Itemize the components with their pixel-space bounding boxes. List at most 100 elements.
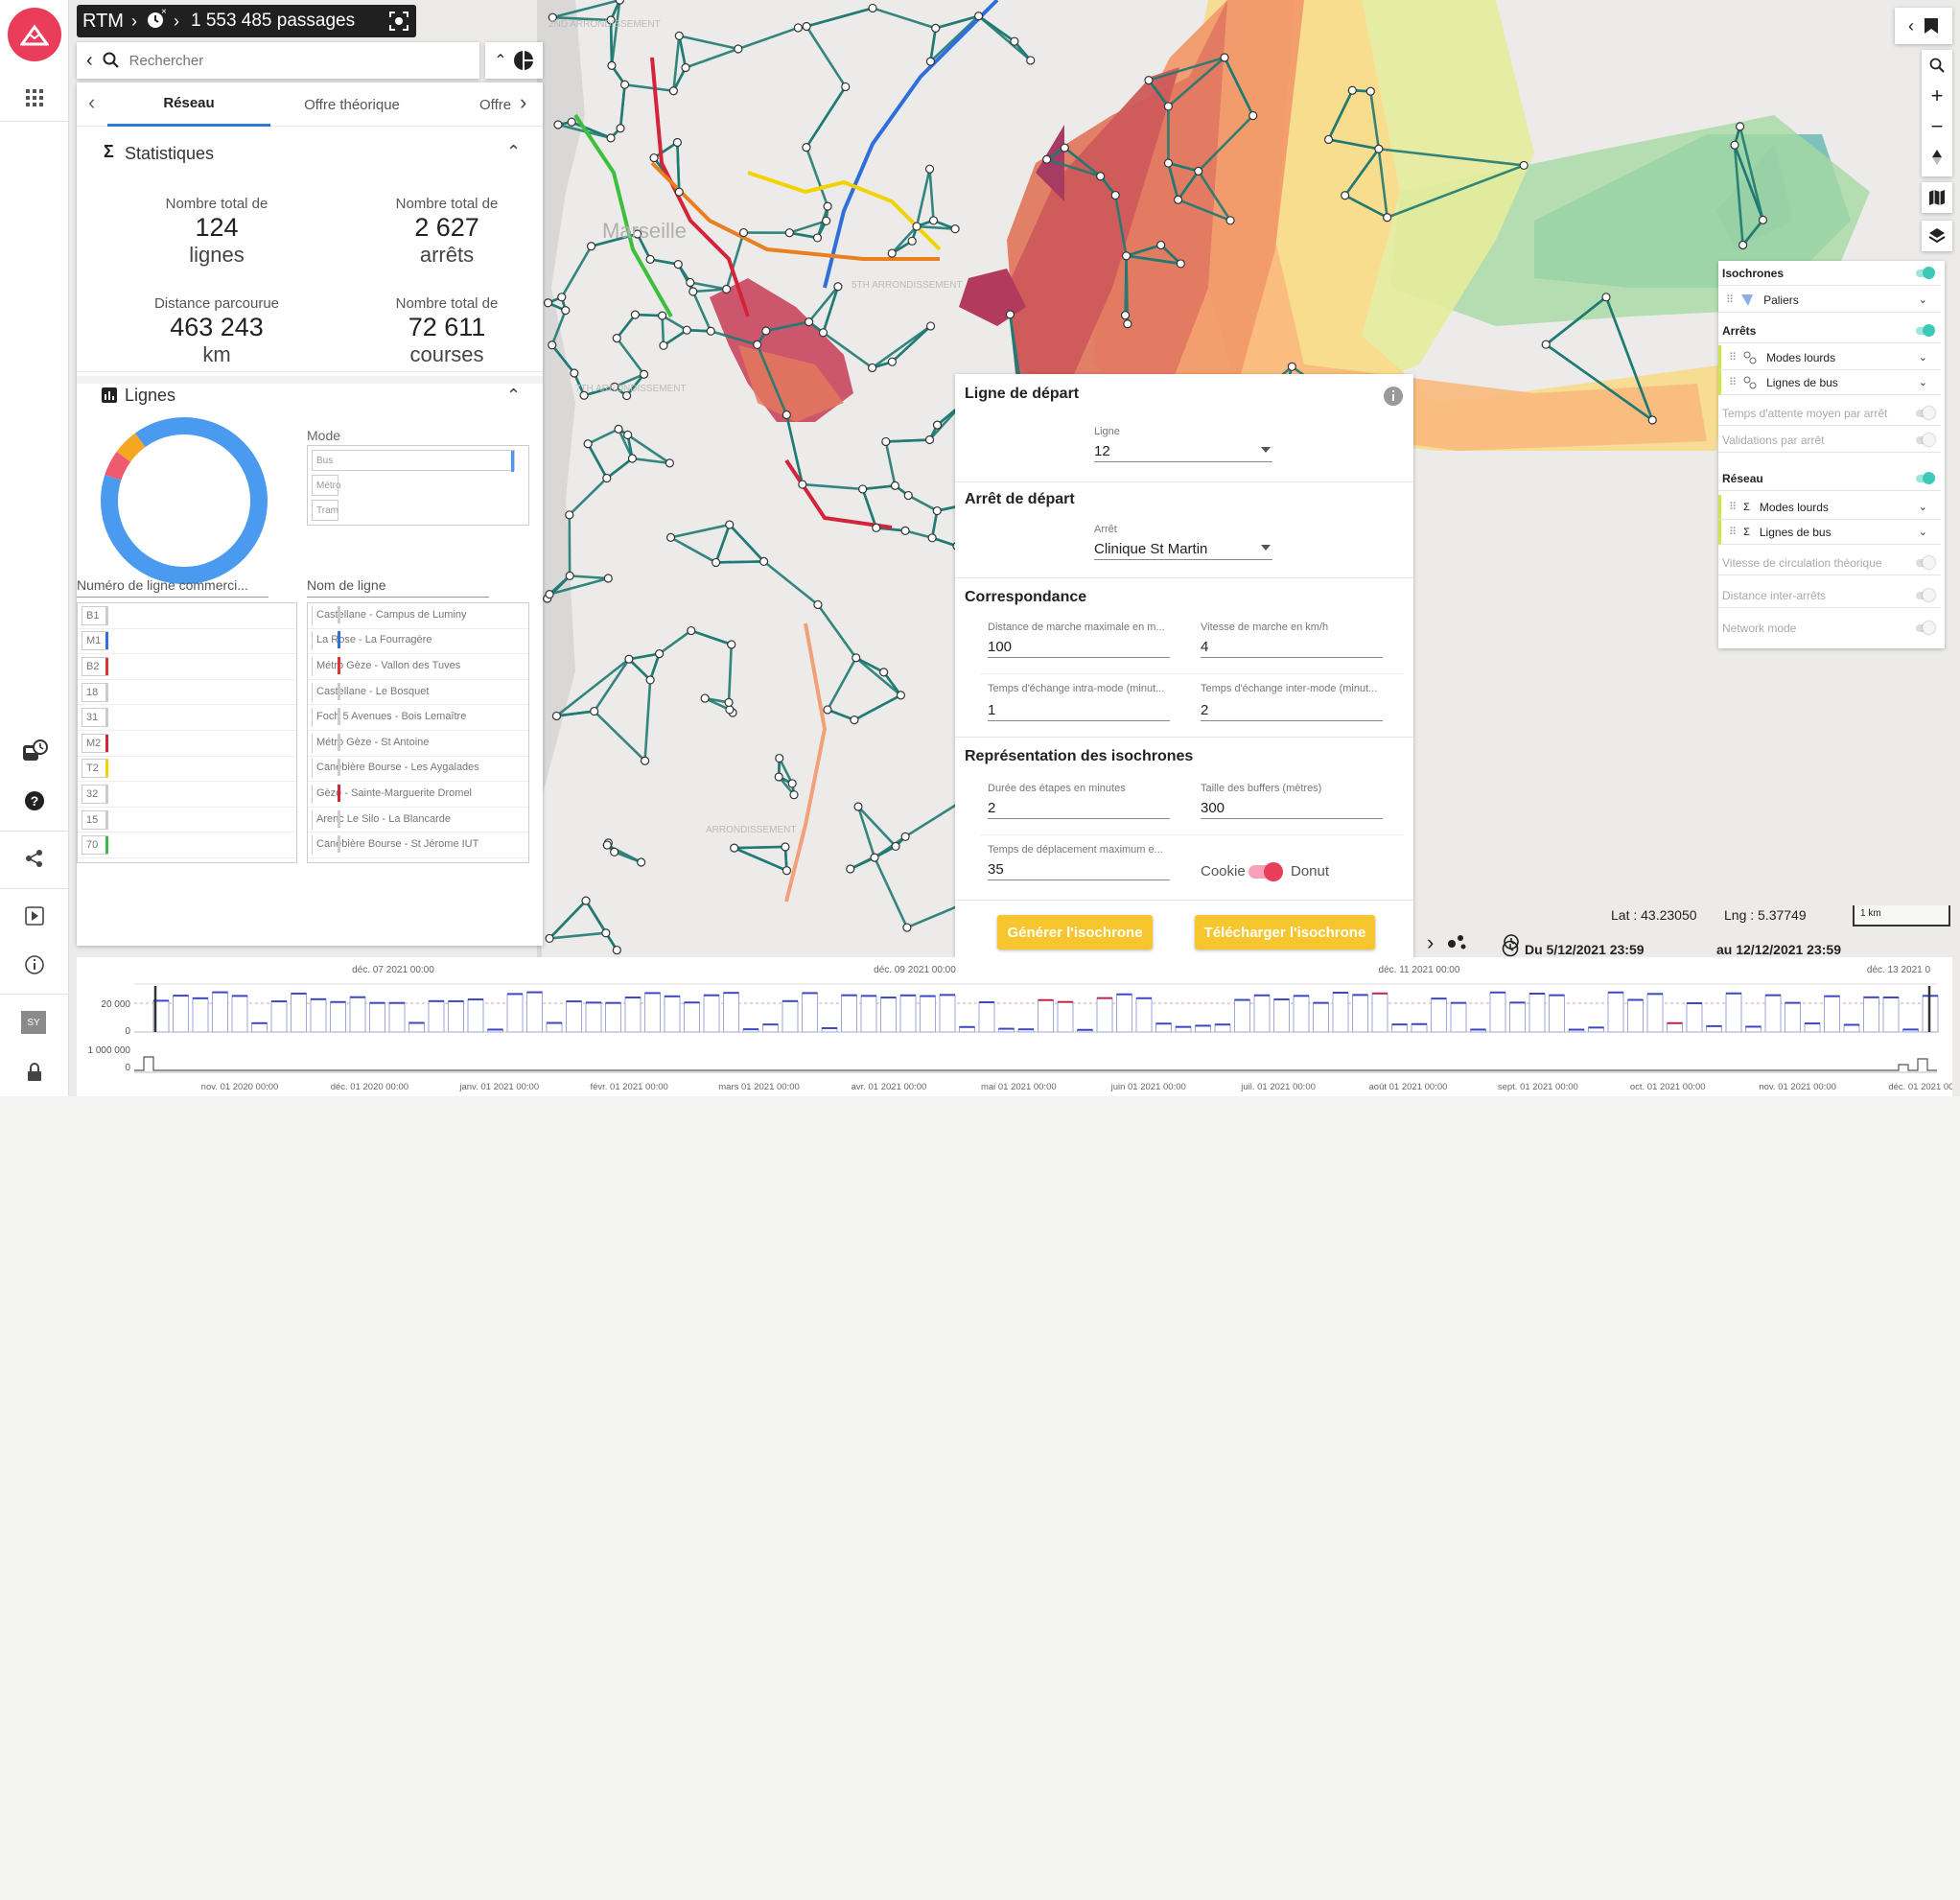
stop-marker[interactable] [1542, 340, 1550, 348]
network-name[interactable]: RTM [82, 11, 124, 33]
app-logo[interactable] [8, 8, 61, 61]
stop-marker[interactable] [615, 425, 622, 433]
stop-marker[interactable] [701, 694, 709, 702]
nom-row[interactable]: Arenc Le Silo - La Blancarde [308, 808, 528, 833]
stop-marker[interactable] [1123, 252, 1131, 260]
cookie-donut-toggle[interactable] [1248, 865, 1281, 879]
stop-marker[interactable] [608, 61, 616, 69]
toggle-distance[interactable] [1916, 592, 1933, 599]
stop-marker[interactable] [754, 340, 761, 348]
nom-row[interactable]: Castellane - Campus de Luminy [308, 603, 528, 629]
stop-marker[interactable] [871, 854, 878, 861]
stop-marker[interactable] [625, 655, 633, 663]
stop-marker[interactable] [1366, 87, 1374, 95]
stop-marker[interactable] [869, 364, 876, 371]
stop-marker[interactable] [725, 698, 733, 706]
stop-marker[interactable] [1737, 123, 1744, 130]
stop-marker[interactable] [548, 341, 556, 349]
stop-marker[interactable] [788, 780, 796, 787]
stop-marker[interactable] [794, 24, 802, 32]
stop-marker[interactable] [803, 23, 810, 31]
stop-marker[interactable] [882, 437, 890, 445]
stop-marker[interactable] [604, 575, 612, 582]
stop-marker[interactable] [785, 229, 793, 237]
numero-row[interactable]: M1 [78, 629, 296, 655]
chevron-down-icon[interactable]: ⌄ [1919, 351, 1927, 364]
toggle-isochrones[interactable] [1916, 270, 1933, 277]
stop-marker[interactable] [1288, 363, 1295, 370]
mode-option-tram[interactable]: Tram [312, 500, 338, 521]
stop-marker[interactable] [782, 843, 789, 851]
stop-marker[interactable] [934, 421, 942, 429]
stop-marker[interactable] [688, 627, 695, 635]
stop-marker[interactable] [975, 12, 983, 20]
numero-row[interactable]: 32 [78, 782, 296, 808]
stop-marker[interactable] [628, 455, 636, 462]
drag-handle-icon[interactable]: ⠿ [1726, 293, 1733, 306]
tab-next-icon[interactable]: › [520, 90, 526, 115]
generate-isochrone-button[interactable]: Générer l'isochrone [997, 915, 1153, 950]
stop-marker[interactable] [1226, 217, 1234, 224]
tab-prev-icon[interactable]: ‹ [88, 90, 95, 115]
info-icon[interactable] [1383, 386, 1404, 407]
stop-marker[interactable] [888, 358, 896, 365]
stop-marker[interactable] [568, 118, 575, 126]
stop-marker[interactable] [562, 307, 570, 315]
ligne-select[interactable]: 12 [1094, 441, 1272, 462]
stop-marker[interactable] [901, 527, 909, 534]
nom-row[interactable]: Canebière Bourse - St Jérome IUT [308, 833, 528, 858]
stop-marker[interactable] [1739, 241, 1747, 248]
stop-marker[interactable] [847, 865, 854, 873]
nom-row[interactable]: Métro Gèze - Vallon des Tuves [308, 654, 528, 680]
layer-network-mode[interactable]: Network mode [1718, 616, 1941, 641]
stop-marker[interactable] [1177, 260, 1184, 268]
stop-marker[interactable] [908, 237, 916, 245]
share-icon[interactable] [15, 839, 54, 878]
col-numero[interactable]: Numéro de ligne commerci... [77, 577, 268, 598]
stop-marker[interactable] [1122, 312, 1130, 319]
layer-arrets-modes-lourds[interactable]: ⠿ Modes lourds ⌄ [1718, 345, 1941, 370]
drag-handle-icon[interactable]: ⠿ [1729, 376, 1736, 388]
stop-marker[interactable] [1124, 320, 1132, 328]
stop-marker[interactable] [926, 58, 934, 65]
stop-marker[interactable] [1111, 192, 1119, 199]
stop-marker[interactable] [1195, 167, 1202, 175]
dist-input[interactable]: 100 [988, 637, 1170, 658]
layer-distance[interactable]: Distance inter-arrêts [1718, 583, 1941, 608]
stop-marker[interactable] [554, 121, 562, 129]
stop-marker[interactable] [607, 134, 615, 142]
stop-marker[interactable] [790, 791, 798, 799]
stop-marker[interactable] [854, 803, 862, 810]
stop-marker[interactable] [613, 947, 620, 954]
stop-marker[interactable] [1384, 214, 1391, 222]
numero-row[interactable]: 31 [78, 705, 296, 731]
stop-marker[interactable] [803, 144, 810, 152]
stop-marker[interactable] [631, 311, 639, 318]
basemap-button[interactable] [1922, 182, 1952, 213]
stop-marker[interactable] [852, 654, 860, 662]
stop-marker[interactable] [805, 318, 813, 326]
stop-marker[interactable] [682, 64, 689, 72]
apps-grid-icon[interactable] [15, 79, 54, 117]
stop-marker[interactable] [616, 0, 623, 4]
stop-marker[interactable] [824, 706, 831, 714]
stop-marker[interactable] [1011, 37, 1018, 45]
stop-marker[interactable] [1145, 77, 1153, 84]
stop-marker[interactable] [928, 534, 936, 542]
stop-marker[interactable] [659, 312, 666, 319]
stop-marker[interactable] [1027, 57, 1035, 64]
stop-marker[interactable] [775, 773, 782, 781]
stop-marker[interactable] [731, 844, 738, 852]
nom-row[interactable]: Canebière Bourse - Les Aygalades [308, 757, 528, 783]
stop-marker[interactable] [566, 511, 573, 519]
intra-input[interactable]: 1 [988, 700, 1170, 721]
stop-marker[interactable] [1731, 141, 1738, 149]
stop-marker[interactable] [687, 278, 694, 286]
stop-marker[interactable] [776, 755, 783, 762]
stop-marker[interactable] [675, 32, 683, 39]
stop-marker[interactable] [642, 757, 649, 764]
stop-marker[interactable] [674, 261, 682, 269]
numero-row[interactable]: 70 [78, 833, 296, 858]
stop-marker[interactable] [880, 669, 888, 676]
nom-row[interactable]: Castellane - Le Bosquet [308, 680, 528, 706]
